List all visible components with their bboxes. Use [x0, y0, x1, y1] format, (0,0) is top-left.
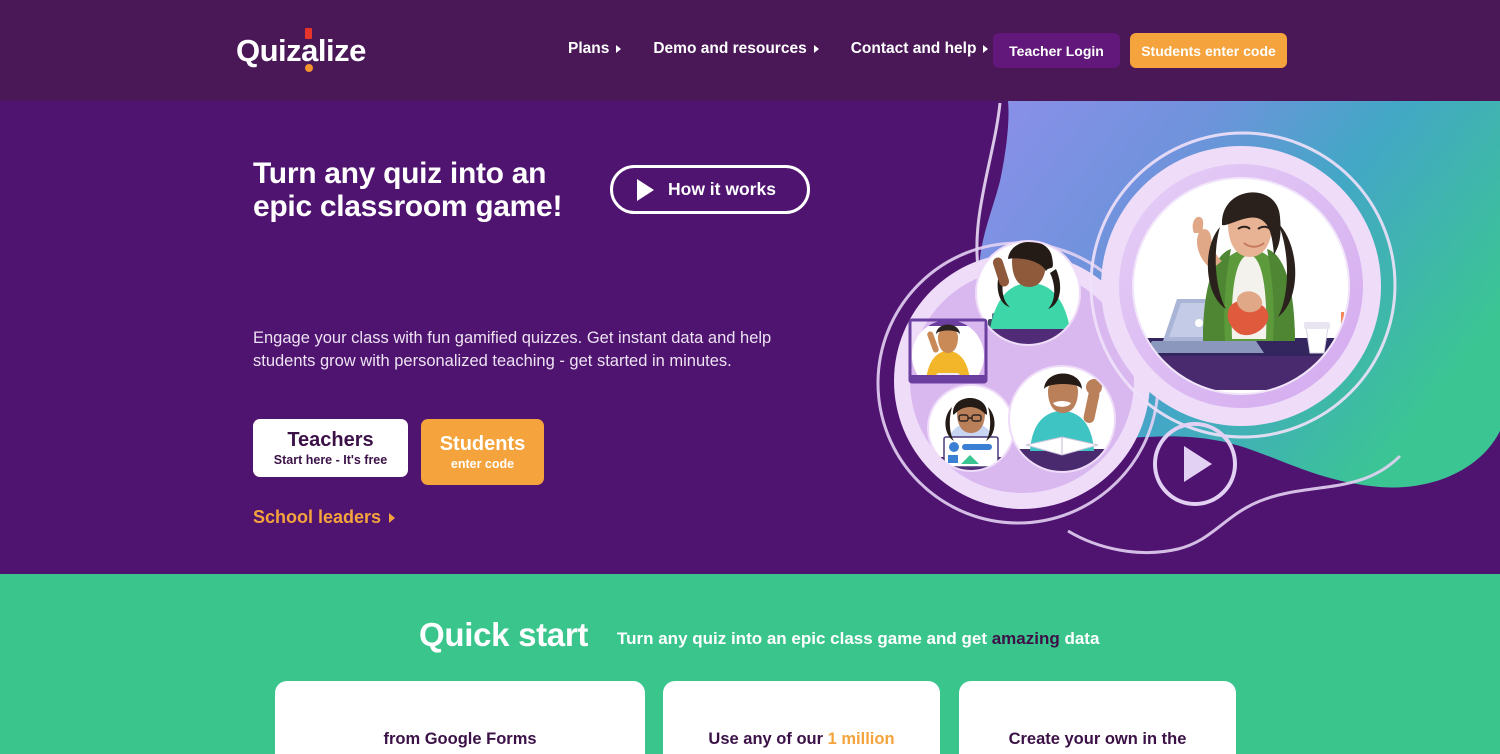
hero-cta-row: Teachers Start here - It's free Students…	[253, 419, 544, 485]
logo-text-part2-stylized: a	[301, 28, 318, 72]
nav-item-demo-and-resources[interactable]: Demo and resources	[653, 40, 819, 58]
students-enter-code-button-header[interactable]: Students enter code	[1130, 33, 1287, 68]
card-1-text: from Google Forms	[383, 730, 537, 748]
students-cta-title: Students	[439, 433, 526, 455]
nav-label-plans: Plans	[568, 40, 610, 57]
card-3-text: Create your own in the	[1008, 730, 1187, 748]
nav-label-demo: Demo and resources	[653, 40, 807, 57]
quick-start-card-google-forms[interactable]: from Google Forms	[275, 681, 645, 754]
tagline-after: data	[1059, 629, 1100, 648]
quick-start-card-library[interactable]: Use any of our 1 million	[663, 681, 940, 754]
teacher-login-button[interactable]: Teacher Login	[993, 33, 1120, 68]
chevron-right-icon	[389, 512, 396, 523]
tagline-highlight: amazing	[991, 629, 1060, 648]
hero-headline: Turn any quiz into an epic classroom gam…	[253, 157, 563, 223]
page-root: Quiza lize Plans Demo and resources Conta…	[0, 0, 1500, 754]
chevron-right-icon	[813, 45, 819, 53]
site-header: Quiza lize Plans Demo and resources Conta…	[0, 0, 1500, 101]
hero-section: Turn any quiz into an epic classroom gam…	[0, 101, 1500, 574]
logo-text-part1: Quiz	[236, 33, 302, 68]
card-2-text: Use any of our 1 million	[708, 730, 894, 749]
play-icon	[637, 178, 654, 201]
card-2-text-before: Use any of our	[708, 730, 828, 748]
logo-red-mark-icon	[304, 28, 312, 39]
classroom-illustration	[840, 101, 1500, 574]
nav-item-plans[interactable]: Plans	[568, 40, 622, 58]
quick-start-section: Quick start Turn any quiz into an epic c…	[0, 574, 1500, 754]
quick-start-card-create-own[interactable]: Create your own in the	[959, 681, 1236, 754]
brand-logo[interactable]: Quiza lize	[236, 28, 366, 72]
chevron-right-icon	[983, 45, 989, 53]
school-leaders-link[interactable]: School leaders	[253, 507, 396, 528]
students-cta-subtitle: enter code	[450, 457, 515, 471]
hero-copy-block: Turn any quiz into an epic classroom gam…	[253, 157, 853, 527]
nav-item-contact-and-help[interactable]: Contact and help	[851, 40, 989, 58]
card-2-highlight: 1 million	[827, 730, 895, 748]
school-leaders-label: School leaders	[253, 507, 382, 527]
teachers-cta-button[interactable]: Teachers Start here - It's free	[253, 419, 408, 477]
teachers-cta-title: Teachers	[287, 429, 374, 451]
quick-start-tagline: Turn any quiz into an epic class game an…	[617, 629, 1099, 649]
teachers-cta-subtitle: Start here - It's free	[273, 453, 388, 467]
logo-text-part3: lize	[317, 33, 366, 68]
chevron-right-icon	[616, 45, 622, 53]
students-cta-button[interactable]: Students enter code	[421, 419, 544, 485]
logo-orange-dot-icon	[305, 64, 314, 72]
main-navigation: Plans Demo and resources Contact and hel…	[568, 40, 1020, 58]
nav-label-contact: Contact and help	[850, 40, 977, 57]
how-it-works-button[interactable]: How it works	[610, 165, 810, 214]
hero-subcopy: Engage your class with fun gamified quiz…	[253, 329, 772, 370]
tagline-before: Turn any quiz into an epic class game an…	[617, 629, 992, 648]
how-it-works-label: How it works	[668, 179, 776, 199]
quick-start-title: Quick start	[419, 616, 589, 653]
